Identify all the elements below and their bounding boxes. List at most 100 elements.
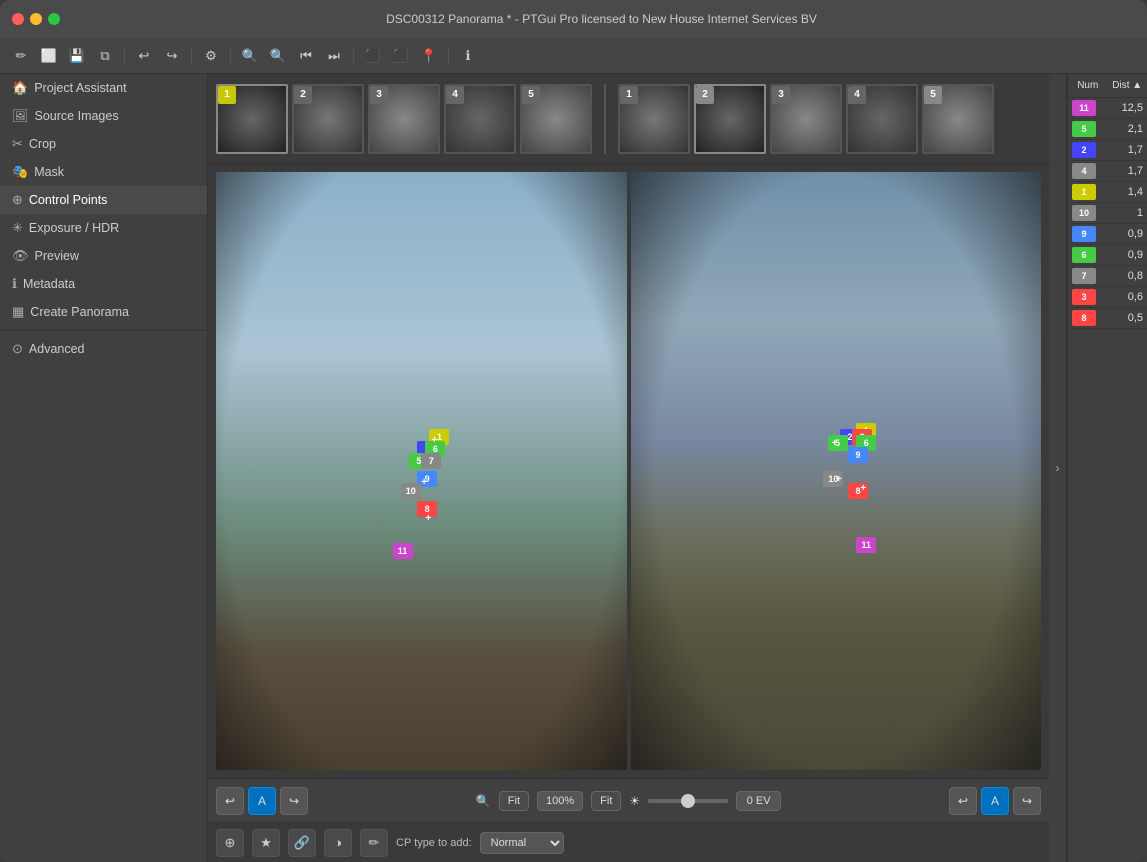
mask-icon: 🎭 [12, 164, 28, 180]
cp-row-11[interactable]: 11 12,5 [1068, 98, 1147, 119]
fit-button[interactable]: Fit [499, 791, 529, 811]
sidebar-item-mask[interactable]: 🎭 Mask [0, 158, 207, 186]
close-button[interactable] [12, 13, 24, 25]
auto-right-button[interactable]: A [981, 787, 1009, 815]
new-icon[interactable]: ✏ [8, 43, 34, 69]
toolbar-sep-3 [230, 46, 231, 66]
tools-bar: ⊕ ★ 🔗 ◑ ✏ CP type to add: Normal Horizon… [208, 822, 1049, 862]
panel-header: Num Dist ▲ [1068, 74, 1147, 98]
copy-icon[interactable]: ⧉ [92, 43, 118, 69]
undo-icon[interactable]: ↩ [131, 43, 157, 69]
next-icon[interactable]: ⏭ [321, 43, 347, 69]
zoom-display: 100% [537, 791, 583, 811]
redo-icon[interactable]: ↪ [159, 43, 185, 69]
cp-marker-9-right[interactable]: 9 [848, 447, 868, 463]
maximize-button[interactable] [48, 13, 60, 25]
minimize-button[interactable] [30, 13, 42, 25]
cp-marker-5-right[interactable]: 5 [828, 435, 848, 451]
open-icon[interactable]: ⬜ [36, 43, 62, 69]
main-toolbar: ✏ ⬜ 💾 ⧉ ↩ ↪ ⚙ 🔍 🔍 ⏮ ⏭ ⬛ ⬛ 📍 ℹ [0, 38, 1147, 74]
panel-collapse-button[interactable]: › [1049, 74, 1067, 862]
pin-icon[interactable]: 📍 [416, 43, 442, 69]
search-icon[interactable]: 🔍 [237, 43, 263, 69]
cp-badge-3: 3 [1072, 289, 1096, 305]
sidebar-item-create-panorama[interactable]: ▦ Create Panorama [0, 298, 207, 326]
add-cp-tool[interactable]: ⊕ [216, 829, 244, 857]
thumb-1-right[interactable]: 1 [618, 84, 690, 154]
thumb-5-right[interactable]: 5 [922, 84, 994, 154]
cp-marker-11-right[interactable]: 11 [856, 537, 876, 553]
thumb-2-left[interactable]: 2 [292, 84, 364, 154]
zoom-out-icon[interactable]: 🔍 [265, 43, 291, 69]
undo-right-button[interactable]: ↩ [949, 787, 977, 815]
cp-row-5[interactable]: 5 2,1 [1068, 119, 1147, 140]
thumb-4-right[interactable]: 4 [846, 84, 918, 154]
sidebar-divider [0, 330, 207, 331]
cp-row-8[interactable]: 8 0,5 [1068, 308, 1147, 329]
thumb-5-left[interactable]: 5 [520, 84, 592, 154]
content-area: 1 2 3 [208, 74, 1049, 862]
cp-row-2[interactable]: 2 1,7 [1068, 140, 1147, 161]
cp-dist-11: 12,5 [1100, 102, 1143, 114]
sidebar-item-exposure-hdr[interactable]: ✳ Exposure / HDR [0, 214, 207, 242]
right-image-bg: 1 2 3 5 6 9 10 8 11 + + + [631, 172, 1042, 770]
cp-type-select[interactable]: Normal Horizontal Vertical [480, 832, 564, 854]
ev-display: 0 EV [736, 791, 781, 811]
thumb-3-right[interactable]: 3 [770, 84, 842, 154]
help-icon[interactable]: ℹ [455, 43, 481, 69]
cp-row-9[interactable]: 9 0,9 [1068, 224, 1147, 245]
sidebar-item-metadata[interactable]: ℹ Metadata [0, 270, 207, 298]
sidebar-item-preview[interactable]: 👁 Preview [0, 242, 207, 270]
auto-left-button[interactable]: A [248, 787, 276, 815]
thumb-2-right[interactable]: 2 [694, 84, 766, 154]
filmstrip-divider [604, 84, 606, 154]
cp-row-10[interactable]: 10 1 [1068, 203, 1147, 224]
cp-cross-5-right: + [832, 438, 838, 449]
star-tool[interactable]: ★ [252, 829, 280, 857]
eyedropper-tool[interactable]: ✏ [360, 829, 388, 857]
cp-row-1[interactable]: 1 1,4 [1068, 182, 1147, 203]
cp-cross-1-left: + [432, 435, 438, 446]
cp-marker-10-left[interactable]: 10 [401, 483, 421, 499]
cp-marker-11-left[interactable]: 11 [393, 543, 413, 559]
filmstrip-left: 1 2 3 [216, 84, 592, 154]
dist-column-header[interactable]: Dist ▲ [1108, 78, 1147, 93]
right-image-panel[interactable]: 1 2 3 5 6 9 10 8 11 + + + [631, 172, 1042, 770]
cp-row-4[interactable]: 4 1,7 [1068, 161, 1147, 182]
cp-marker-7-left[interactable]: 7 [421, 453, 441, 469]
cp-dist-9: 0,9 [1100, 228, 1143, 240]
contrast-tool[interactable]: ◑ [324, 829, 352, 857]
sidebar-item-advanced[interactable]: ⊙ Advanced [0, 335, 207, 363]
sidebar-item-control-points[interactable]: ⊕ Control Points [0, 186, 207, 214]
sidebar-item-crop[interactable]: ✂ Crop [0, 130, 207, 158]
cp-dist-4: 1,7 [1100, 165, 1143, 177]
sidebar-item-source-images[interactable]: 🖼 Source Images [0, 102, 207, 130]
cp-row-3[interactable]: 3 0,6 [1068, 287, 1147, 308]
save-icon[interactable]: 💾 [64, 43, 90, 69]
settings-icon[interactable]: ⚙ [198, 43, 224, 69]
layout-icon[interactable]: ⬛ [388, 43, 414, 69]
num-column-header[interactable]: Num [1068, 78, 1108, 93]
cp-row-7[interactable]: 7 0,8 [1068, 266, 1147, 287]
left-image-panel[interactable]: 1 2 6 5 7 9 10 8 11 + + + [216, 172, 627, 770]
cp-type-label: CP type to add: [396, 837, 472, 849]
main-area: 🏠 Project Assistant 🖼 Source Images ✂ Cr… [0, 74, 1147, 862]
cp-dist-5: 2,1 [1100, 123, 1143, 135]
exposure-slider[interactable] [648, 799, 728, 803]
link-tool[interactable]: 🔗 [288, 829, 316, 857]
redo-right-button[interactable]: ↪ [1013, 787, 1041, 815]
fit2-button[interactable]: Fit [591, 791, 621, 811]
thumb-3-left[interactable]: 3 [368, 84, 440, 154]
thumb-4-left[interactable]: 4 [444, 84, 516, 154]
titlebar: DSC00312 Panorama * - PTGui Pro licensed… [0, 0, 1147, 38]
grid-icon[interactable]: ⬛ [360, 43, 386, 69]
cp-row-6[interactable]: 6 0,9 [1068, 245, 1147, 266]
redo-left-button[interactable]: ↪ [280, 787, 308, 815]
sidebar-item-project-assistant[interactable]: 🏠 Project Assistant [0, 74, 207, 102]
zoom-icon: 🔍 [476, 794, 491, 808]
main-window: DSC00312 Panorama * - PTGui Pro licensed… [0, 0, 1147, 862]
prev-icon[interactable]: ⏮ [293, 43, 319, 69]
undo-left-button[interactable]: ↩ [216, 787, 244, 815]
main-images-area: 1 2 6 5 7 9 10 8 11 + + + [208, 164, 1049, 778]
thumb-1-left[interactable]: 1 [216, 84, 288, 154]
